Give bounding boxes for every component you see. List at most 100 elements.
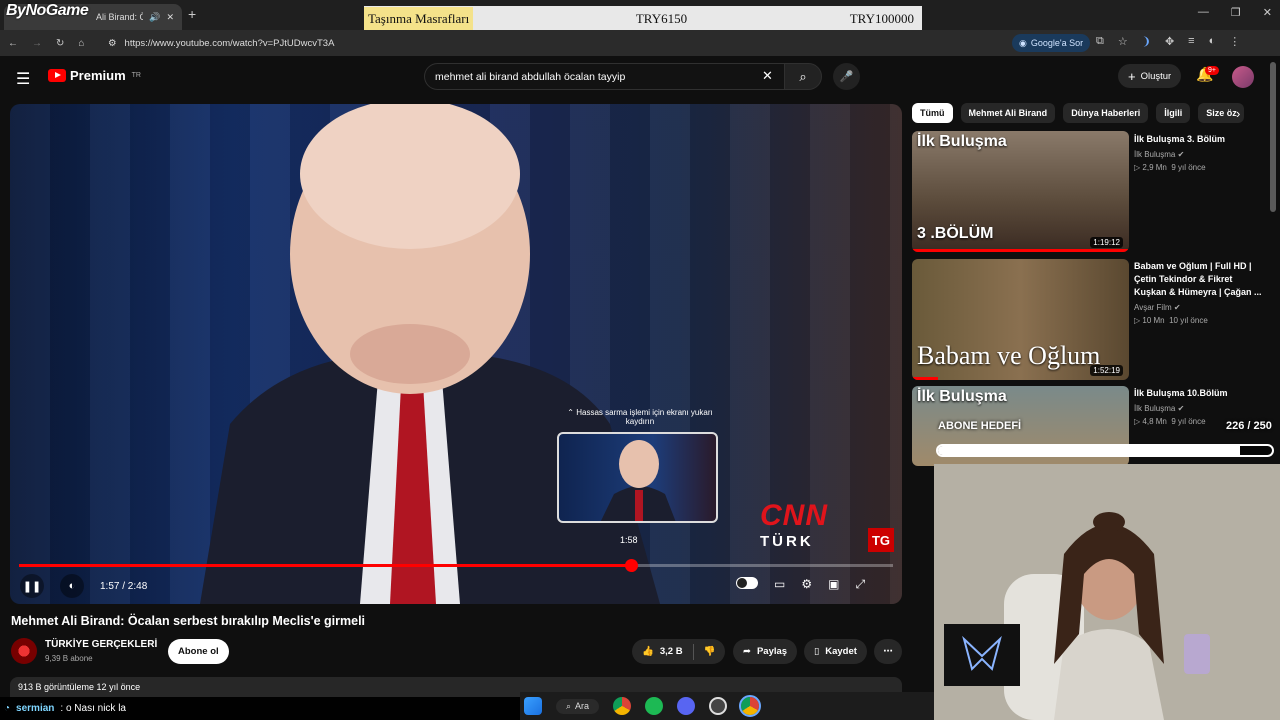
chrome-icon[interactable] [613,697,632,715]
filter-chips: Tümü Mehmet Ali Birand Dünya Haberleri İ… [912,103,1245,123]
chrome-active-icon[interactable] [739,695,762,717]
player-left-controls: ❚❚ ◐ 1:57 / 2:48 [20,574,147,598]
window-close-icon[interactable]: ✕ [1263,6,1272,19]
reload-icon[interactable]: ↻ [56,38,64,49]
address-bar[interactable]: ⚙ https://www.youtube.com/watch?v=PJtUDw… [108,33,1008,53]
mic-icon: 🎤 [839,71,854,83]
autoplay-toggle[interactable] [736,577,758,589]
channel-name[interactable]: TÜRKİYE GERÇEKLERİ [45,639,157,650]
rec-thumbnail-1[interactable]: İlk Buluşma 3 .BÖLÜM 1:19:12 [912,131,1129,252]
rec-meta-2[interactable]: Babam ve Oğlum | Full HD | Çetin Tekindo… [1134,260,1266,325]
menu-dots-icon[interactable]: ⋮ [1229,35,1240,48]
progress-bar[interactable] [19,559,893,572]
stream-brand-logo: ByNoGame [6,2,89,19]
save-button[interactable]: ▯ Kaydet [804,639,867,664]
extensions-icon[interactable]: ✥ [1165,35,1174,48]
chip-related[interactable]: İlgili [1156,103,1191,123]
cnn-turk-logo: CNN TÜRK [760,499,828,550]
progress-scrubber[interactable] [624,559,638,572]
chip-mehmet-ali-birand[interactable]: Mehmet Ali Birand [960,103,1056,123]
site-info-icon[interactable]: ⚙ [108,38,117,49]
google-lens-icon: ◉ [1019,37,1027,48]
like-button[interactable]: 👍 3,2 B [642,646,683,657]
rec-2-watched-bar [912,377,939,380]
channel-avatar[interactable] [11,638,37,664]
extension-wave-icon[interactable]: ❩ [1142,35,1151,48]
clear-search-icon[interactable]: ✕ [762,68,773,84]
chip-all[interactable]: Tümü [912,103,953,123]
url-text: https://www.youtube.com/watch?v=PJtUDwcv… [124,37,335,49]
verified-icon: ✔ [1173,303,1181,312]
minimize-icon[interactable]: — [1198,6,1209,19]
rec-2-title: Babam ve Oğlum | Full HD | Çetin Tekindo… [1134,261,1262,297]
search-button[interactable]: ⌕ [784,63,822,90]
more-dots-icon: ⋯ [883,646,893,657]
tab-close-icon[interactable]: ✕ [166,12,174,23]
volume-icon[interactable]: ◐ [60,574,84,598]
chevron-right-icon[interactable]: › [1236,106,1240,121]
windows-start-icon[interactable] [524,697,542,715]
queue-icon[interactable]: ≡ [1188,35,1194,48]
chip-world-news[interactable]: Dünya Haberleri [1063,103,1149,123]
tab-title: Ali Birand: Öca [96,12,144,22]
video-player[interactable]: CNN TÜRK TG [10,104,902,604]
voice-search-button[interactable]: 🎤 [833,63,860,90]
settings-gear-icon[interactable]: ⚙ [801,577,812,592]
page-scrollbar[interactable] [1270,62,1276,212]
time-display: 1:57 / 2:48 [100,580,148,592]
rec-2-duration: 1:52:19 [1090,365,1123,376]
rec-meta-1[interactable]: İlk Buluşma 3. Bölüm İlk Buluşma ✔ ▷ 2,9… [1134,133,1266,172]
new-tab-icon[interactable]: + [188,6,196,22]
obs-icon[interactable] [709,697,728,715]
sub-goal-fill [938,446,1240,455]
speaker-icon: 🔊 [149,11,161,22]
maximize-icon[interactable]: ❐ [1231,6,1241,19]
profile-icon[interactable]: ◐ [1209,35,1216,48]
divider [692,643,694,660]
pause-icon[interactable]: ❚❚ [20,574,44,598]
account-avatar[interactable] [1232,66,1254,88]
more-actions-button[interactable]: ⋯ [874,639,902,664]
back-icon[interactable]: ← [8,38,18,49]
rec-thumbnail-2[interactable]: Babam ve Oğlum 1:52:19 [912,259,1129,380]
youtube-play-icon [48,69,66,82]
subtitles-icon[interactable]: ▭ [774,577,785,592]
create-button[interactable]: + Oluştur [1118,64,1182,88]
search-input[interactable]: mehmet ali birand abdullah öcalan tayyip [424,63,786,90]
install-icon[interactable]: ⧉ [1096,35,1104,48]
scrub-hint: ⌃ Hassas sarma işlemi için ekranı yukarı… [567,408,713,426]
youtube-logo[interactable]: Premium TR [48,68,141,83]
rec-2-stats: ▷ 10 Mn 10 yıl önce [1134,316,1208,325]
forward-icon[interactable]: → [32,38,42,49]
bookmark-star-icon[interactable]: ☆ [1118,35,1128,48]
chat-username: sermian [16,703,55,714]
google-ask-button[interactable]: ◉ Google'a Sor [1012,34,1091,52]
search-icon: ⌕ [566,700,572,711]
menu-icon[interactable]: ☰ [16,69,30,89]
fullscreen-icon[interactable]: ⤢ [855,577,865,592]
subscribe-button[interactable]: Abone ol [168,639,229,664]
rec-1-overlay-bottom: 3 .BÖLÜM [917,225,994,242]
rec-1-overlay-top: İlk Buluşma [917,133,1007,150]
rec-1-channel: İlk Buluşma ✔ [1134,150,1185,159]
channel-subscribers: 9,39 B abone [45,654,93,663]
home-icon[interactable]: ⌂ [78,38,84,49]
toolbar-right-icons: ⧉ ☆ ❩ ✥ ≡ ◐ ⋮ [1096,35,1240,48]
chat-message: ◔ sermian : o Nası nick la [0,697,520,720]
taskbar-search[interactable]: ⌕ Ara [556,698,600,714]
play-small-icon: ▷ [1134,316,1141,325]
progress-played [19,564,631,567]
window-controls: — ❐ ✕ [1198,6,1272,19]
play-small-icon: ▷ [1134,163,1141,172]
player-right-controls: ▭ ⚙ ▣ ⤢ [736,577,865,592]
views-line: 913 B görüntüleme 12 yıl önce [18,682,141,692]
search-icon: ⌕ [799,68,807,84]
thumbs-down-icon[interactable]: 👎 [704,646,726,657]
rec-3-title: İlk Buluşma 10.Bölüm [1134,388,1228,398]
spotify-icon[interactable] [645,697,664,715]
seek-preview-thumbnail [557,432,718,523]
share-button[interactable]: ➦ Paylaş [733,639,798,664]
cost-label: Taşınma Masrafları [364,7,474,31]
theater-mode-icon[interactable]: ▣ [828,577,839,592]
discord-icon[interactable] [677,697,696,715]
